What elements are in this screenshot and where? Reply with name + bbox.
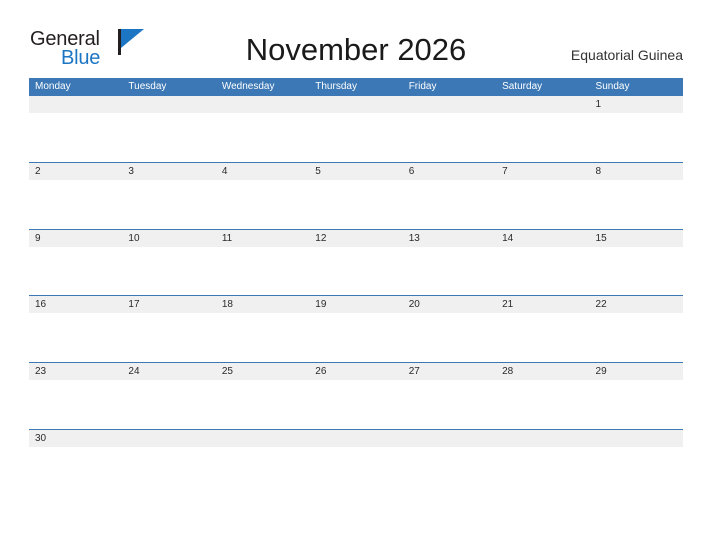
day-cell[interactable] [309,430,402,447]
weekday-header-monday: Monday [35,81,71,92]
weekday-header-saturday: Saturday [502,81,543,92]
day-cell[interactable]: 6 [403,163,496,180]
weekday-header-friday: Friday [408,81,437,92]
week-note-area[interactable] [29,246,683,296]
day-cell[interactable] [403,430,496,447]
day-cell[interactable]: 19 [309,296,402,313]
week-row: 16 17 18 19 20 21 22 [29,295,683,363]
day-cell[interactable]: 22 [590,296,683,313]
day-cell[interactable]: 25 [216,363,309,380]
day-cell[interactable] [29,96,122,113]
day-cell[interactable]: 28 [496,363,589,380]
day-cell[interactable]: 29 [590,363,683,380]
week-date-band: 1 [29,96,683,113]
day-cell[interactable] [309,96,402,113]
week-row: 23 24 25 26 27 28 29 [29,362,683,430]
page-header: General Blue November 2026 Equatorial Gu… [0,0,712,78]
week-date-band: 2 3 4 5 6 7 8 [29,162,683,180]
weekday-header-row: Monday Tuesday Wednesday Thursday Friday… [29,78,683,95]
day-cell[interactable]: 13 [403,230,496,247]
day-cell[interactable]: 5 [309,163,402,180]
week-note-area[interactable] [29,179,683,229]
weekday-header-wednesday: Wednesday [221,81,275,92]
week-note-area[interactable] [29,313,683,363]
week-row: 2 3 4 5 6 7 8 [29,161,683,229]
day-cell[interactable]: 2 [29,163,122,180]
day-cell[interactable] [590,430,683,447]
day-cell[interactable]: 12 [309,230,402,247]
day-cell[interactable]: 26 [309,363,402,380]
day-cell[interactable]: 21 [496,296,589,313]
day-cell[interactable]: 7 [496,163,589,180]
day-cell[interactable]: 11 [216,230,309,247]
day-cell[interactable]: 16 [29,296,122,313]
calendar-grid: Monday Tuesday Wednesday Thursday Friday… [29,78,683,496]
day-cell[interactable] [496,96,589,113]
day-cell[interactable] [216,430,309,447]
week-note-area[interactable] [29,380,683,430]
day-cell[interactable] [403,96,496,113]
day-cell[interactable] [216,96,309,113]
weekday-header-sunday: Sunday [595,81,630,92]
day-cell[interactable]: 10 [122,230,215,247]
day-cell[interactable]: 1 [590,96,683,113]
locale-label: Equatorial Guinea [570,47,683,63]
week-row: 30 [29,428,683,496]
day-cell[interactable]: 8 [590,163,683,180]
week-date-band: 16 17 18 19 20 21 22 [29,296,683,314]
day-cell[interactable]: 20 [403,296,496,313]
day-cell[interactable]: 30 [29,430,122,447]
day-cell[interactable]: 24 [122,363,215,380]
day-cell[interactable]: 14 [496,230,589,247]
day-cell[interactable]: 23 [29,363,122,380]
weekday-header-tuesday: Tuesday [128,81,167,92]
week-date-band: 23 24 25 26 27 28 29 [29,363,683,381]
week-row: 1 [29,95,683,162]
day-cell[interactable]: 9 [29,230,122,247]
day-cell[interactable] [122,430,215,447]
day-cell[interactable] [122,96,215,113]
day-cell[interactable]: 17 [122,296,215,313]
weekday-header-thursday: Thursday [315,81,357,92]
day-cell[interactable] [496,430,589,447]
day-cell[interactable]: 4 [216,163,309,180]
day-cell[interactable]: 27 [403,363,496,380]
day-cell[interactable]: 3 [122,163,215,180]
week-date-band: 9 10 11 12 13 14 15 [29,229,683,247]
day-cell[interactable]: 18 [216,296,309,313]
day-cell[interactable]: 15 [590,230,683,247]
week-note-area[interactable] [29,113,683,162]
week-note-area[interactable] [29,446,683,496]
week-row: 9 10 11 12 13 14 15 [29,228,683,296]
week-date-band: 30 [29,429,683,447]
